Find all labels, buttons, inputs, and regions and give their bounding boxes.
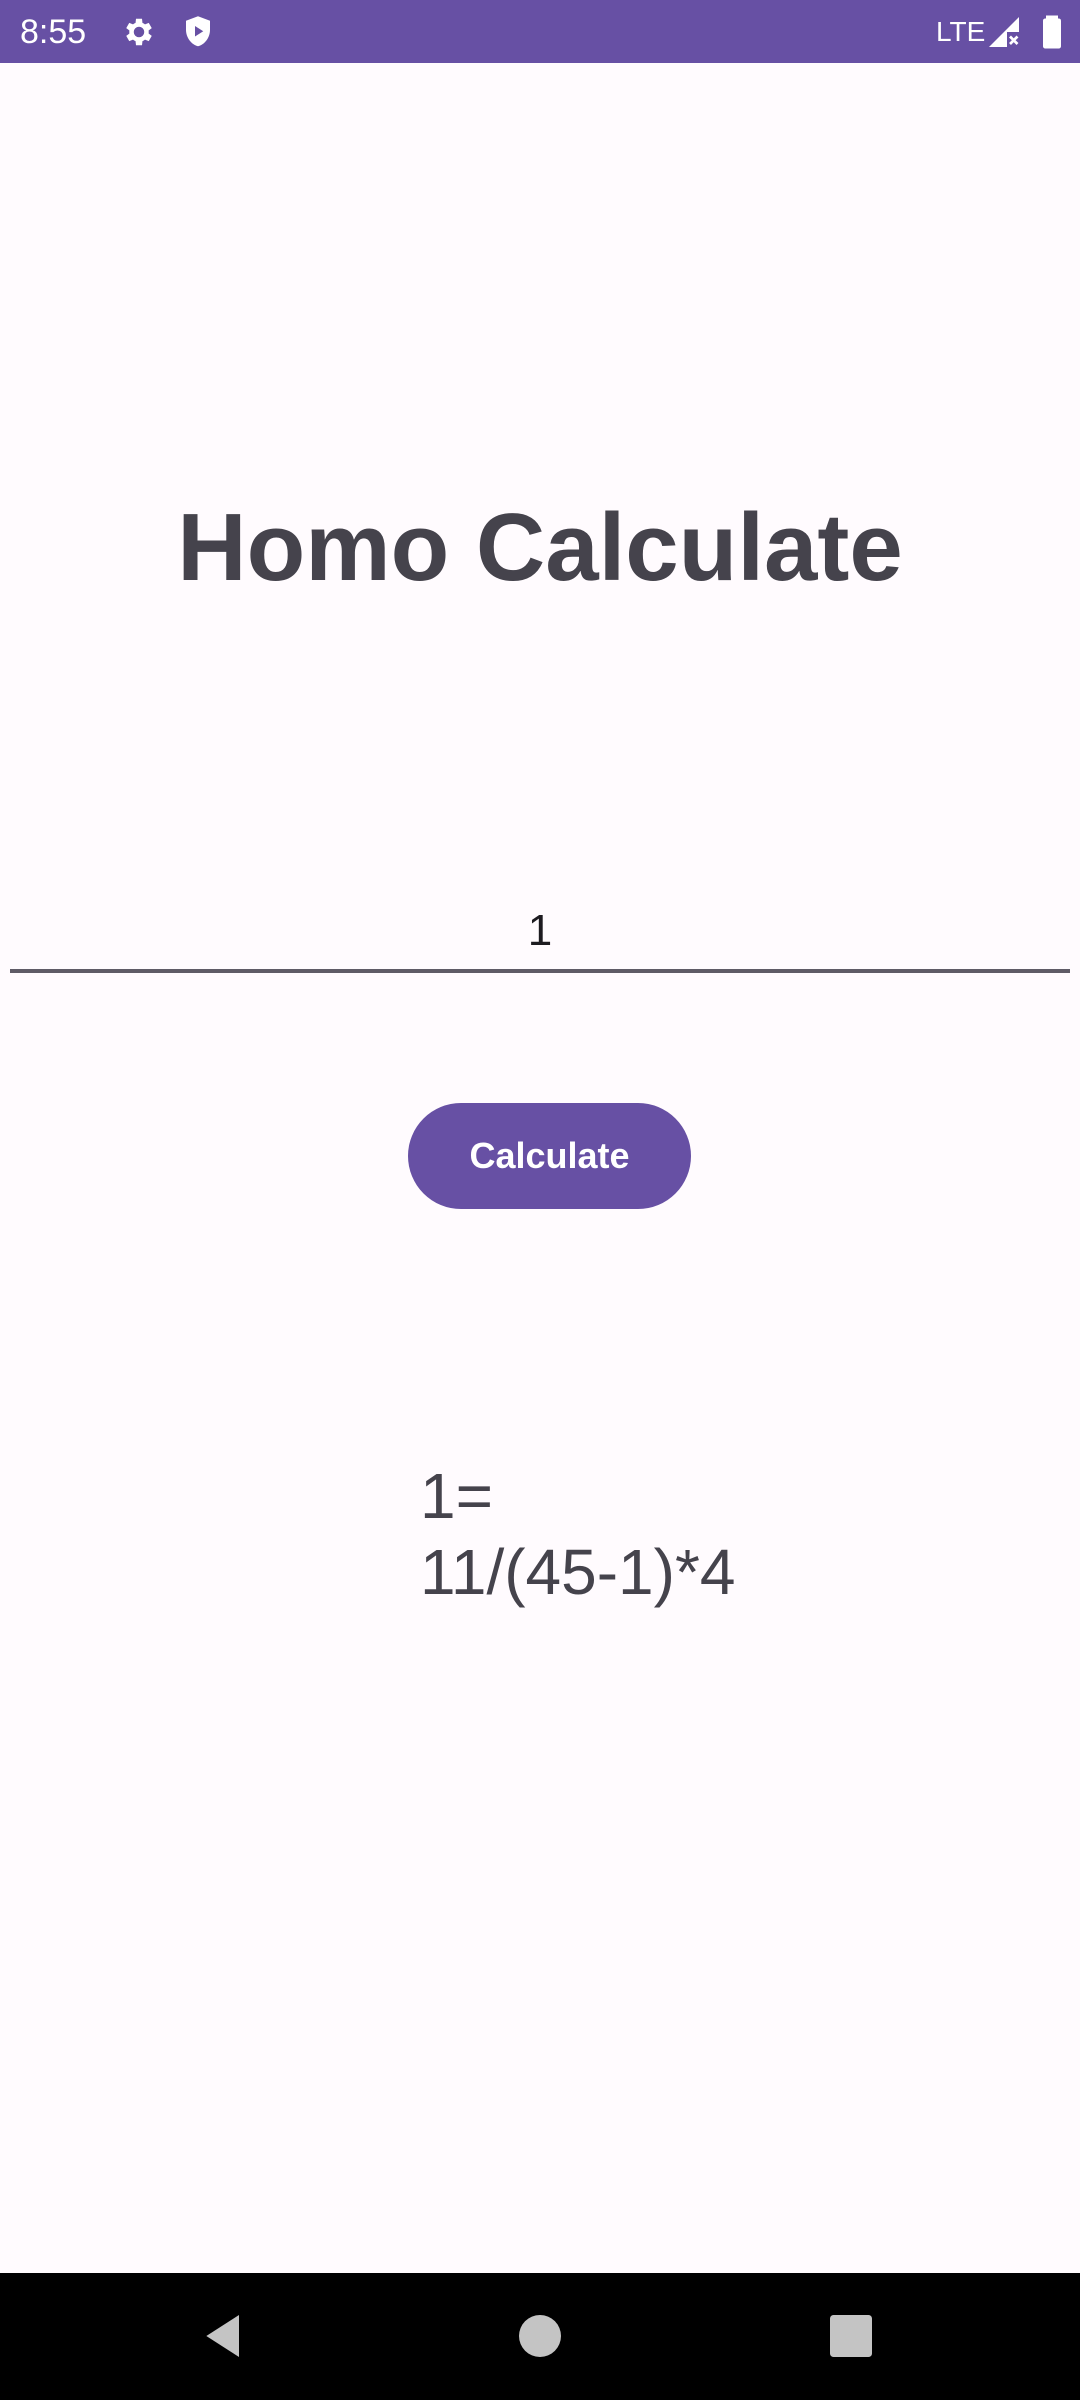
number-input[interactable] [10, 893, 1070, 969]
calculate-button[interactable]: Calculate [408, 1103, 691, 1209]
app-screen: Homo Calculate Calculate 1= 11/(45-1)*4 [0, 63, 1080, 2273]
number-input-field[interactable] [10, 893, 1070, 973]
home-icon[interactable] [507, 2303, 573, 2369]
recents-icon[interactable] [818, 2303, 884, 2369]
result-text: 1= 11/(45-1)*4 [420, 1460, 736, 1608]
status-time: 8:55 [20, 13, 87, 51]
page-title: Homo Calculate [177, 494, 903, 601]
gear-icon [121, 14, 157, 50]
battery-icon [1034, 14, 1070, 50]
status-bar: 8:55 LTE [0, 0, 1080, 63]
signal-icon [986, 14, 1022, 50]
network-type: LTE [936, 16, 986, 47]
navigation-bar [0, 2273, 1080, 2400]
shield-play-icon [180, 14, 216, 50]
back-icon[interactable] [192, 2303, 258, 2369]
